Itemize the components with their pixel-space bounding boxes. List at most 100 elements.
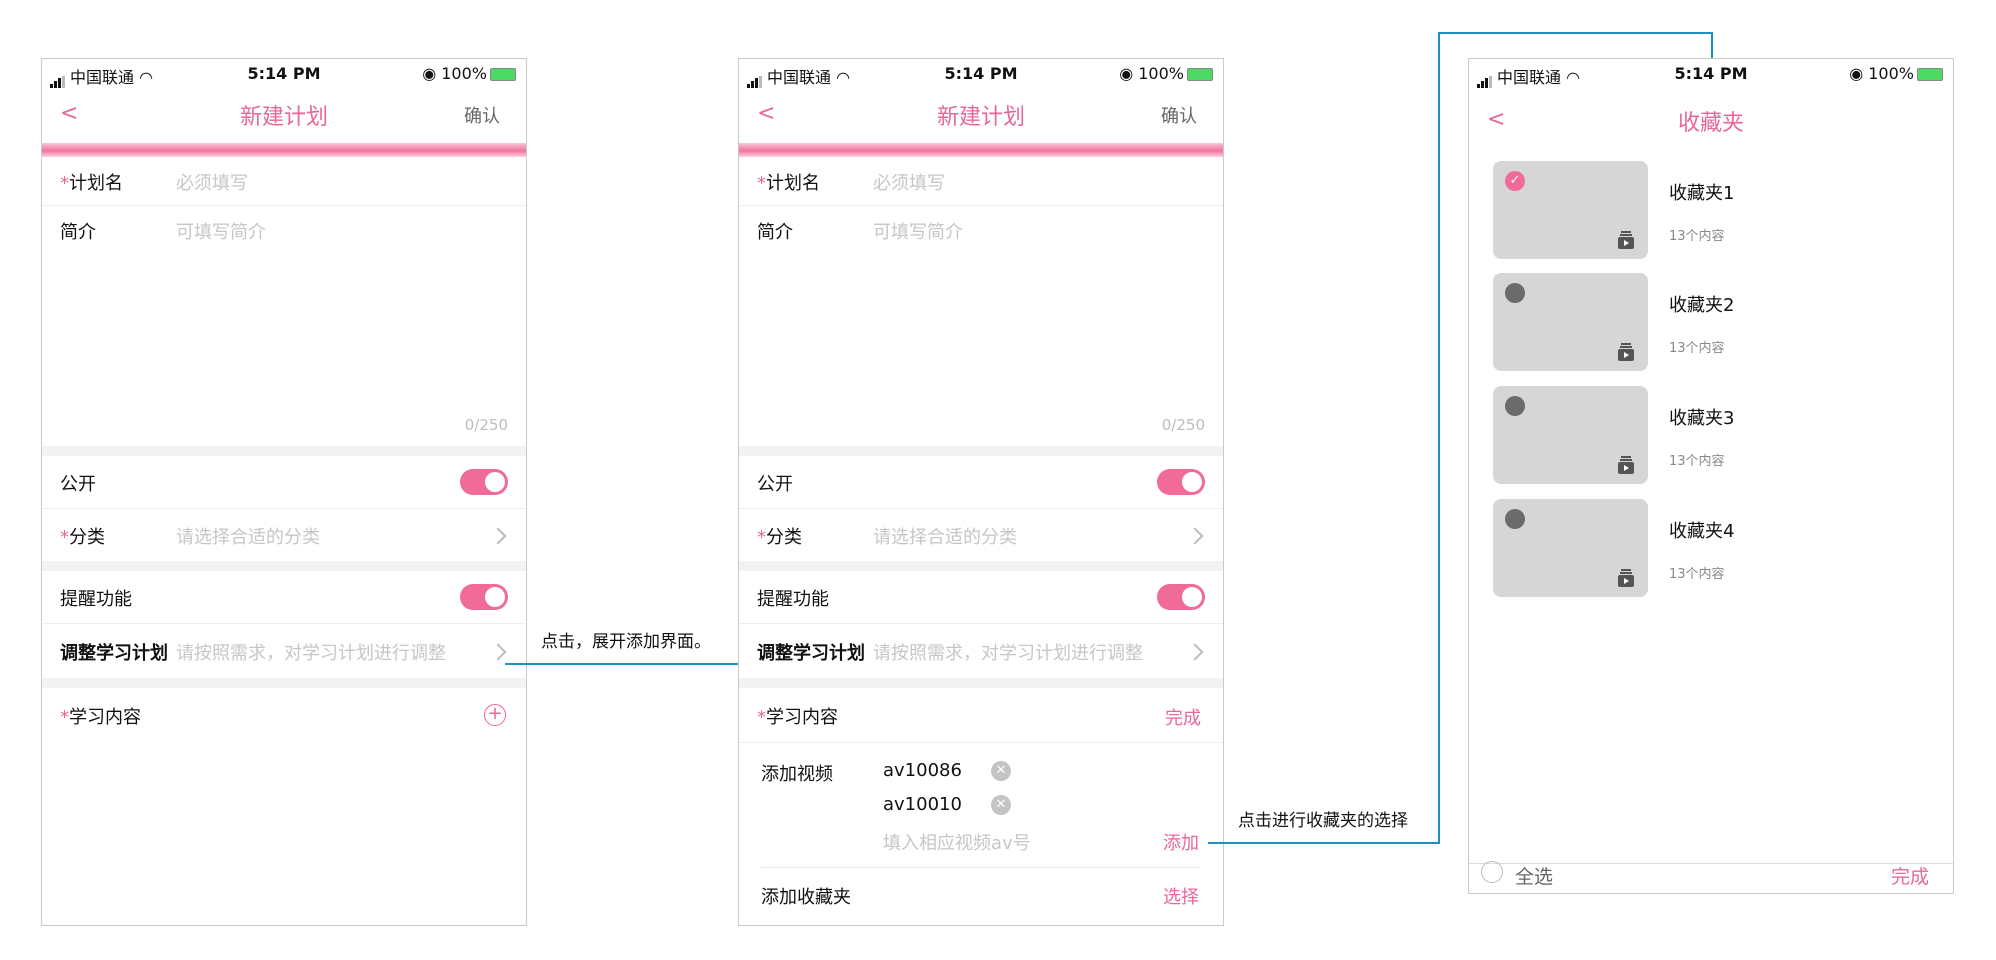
intro-label: 简介	[757, 222, 793, 243]
select-all-checkbox-icon[interactable]	[1481, 861, 1503, 883]
adjust-plan-label: 调整学习计划	[757, 643, 865, 664]
section-divider	[42, 678, 526, 688]
folder-thumbnail[interactable]	[1493, 386, 1648, 484]
reminder-toggle[interactable]	[1157, 584, 1205, 610]
chevron-right-icon	[489, 527, 507, 545]
folder-count: 13个内容	[1669, 341, 1725, 356]
bottom-bar: 全选 完成	[1469, 861, 1953, 893]
page-title: 新建计划	[936, 105, 1025, 130]
add-content-plus-icon[interactable]: +	[484, 704, 506, 726]
checkbox-icon[interactable]	[1505, 509, 1525, 529]
reminder-label: 提醒功能	[757, 589, 829, 610]
done-button[interactable]: 完成	[1165, 704, 1201, 730]
battery-icon	[490, 68, 516, 81]
alarm-icon: ◉	[1119, 64, 1134, 83]
video-tag-2: av10010	[883, 794, 962, 815]
page-title: 收藏夹	[1677, 111, 1744, 136]
section-divider	[739, 678, 1223, 688]
intro-counter: 0/250	[464, 416, 508, 434]
public-toggle[interactable]	[1157, 469, 1205, 495]
remove-video-icon[interactable]: ✕	[991, 761, 1011, 781]
category-placeholder: 请选择合适的分类	[176, 527, 320, 548]
plan-name-row[interactable]: *计划名 必须填写	[739, 157, 1223, 206]
study-content-label: 学习内容	[69, 707, 141, 728]
category-row[interactable]: *分类 请选择合适的分类	[42, 509, 526, 561]
folder-count: 13个内容	[1669, 454, 1725, 469]
plan-name-label: 计划名	[69, 173, 123, 194]
folder-count: 13个内容	[1669, 567, 1725, 582]
reminder-row: 提醒功能	[42, 571, 526, 624]
intro-input[interactable]: 可填写简介	[176, 218, 266, 244]
public-toggle[interactable]	[460, 469, 508, 495]
nav-bar: < 新建计划 确认	[42, 87, 526, 139]
intro-row[interactable]: 简介 可填写简介 0/250	[42, 206, 526, 446]
category-label: 分类	[69, 527, 105, 548]
confirm-button[interactable]: 确认	[464, 102, 500, 128]
required-mark: *	[60, 173, 69, 194]
connector-line	[1208, 842, 1440, 844]
plan-name-input[interactable]: 必须填写	[873, 169, 945, 195]
select-all-label[interactable]: 全选	[1515, 862, 1553, 889]
adjust-plan-placeholder: 请按照需求，对学习计划进行调整	[873, 643, 1143, 664]
battery-percent: 100%	[441, 64, 487, 83]
annotation-select-folder: 点击进行收藏夹的选择	[1238, 811, 1408, 831]
connector-line	[505, 663, 760, 665]
public-row: 公开	[42, 456, 526, 509]
select-folder-button[interactable]: 选择	[1163, 883, 1199, 909]
nav-bar: < 新建计划 确认	[739, 87, 1223, 139]
video-stack-icon	[1618, 231, 1634, 249]
connector-corner	[1438, 32, 1440, 44]
public-label: 公开	[757, 474, 793, 495]
reminder-toggle[interactable]	[460, 584, 508, 610]
battery-percent: 100%	[1138, 64, 1184, 83]
section-divider	[42, 561, 526, 571]
adjust-plan-row[interactable]: 调整学习计划 请按照需求，对学习计划进行调整	[739, 624, 1223, 678]
screen-favorites: 中国联通 ◠ 5:14 PM ◉ 100% < 收藏夹 ✓ 收藏夹1 13个内容…	[1468, 58, 1954, 894]
public-label: 公开	[60, 474, 96, 495]
page-title: 新建计划	[239, 105, 328, 130]
required-mark: *	[757, 173, 766, 194]
folder-name: 收藏夹1	[1669, 183, 1735, 204]
video-tag-1: av10086	[883, 760, 962, 781]
study-content-row: *学习内容 +	[42, 688, 526, 742]
plan-name-input[interactable]: 必须填写	[176, 169, 248, 195]
confirm-button[interactable]: 确认	[1161, 102, 1197, 128]
folder-thumbnail[interactable]	[1493, 499, 1648, 597]
alarm-icon: ◉	[1849, 64, 1864, 83]
adjust-plan-row[interactable]: 调整学习计划 请按照需求，对学习计划进行调整	[42, 624, 526, 678]
intro-row[interactable]: 简介 可填写简介 0/250	[739, 206, 1223, 446]
category-row[interactable]: *分类 请选择合适的分类	[739, 509, 1223, 561]
checkbox-checked-icon[interactable]: ✓	[1505, 171, 1525, 191]
section-divider	[42, 446, 526, 456]
screen-new-plan: 中国联通 ◠ 5:14 PM ◉ 100% < 新建计划 确认 *计划名 必须填…	[41, 58, 527, 926]
done-button[interactable]: 完成	[1891, 862, 1929, 889]
intro-input[interactable]: 可填写简介	[873, 218, 963, 244]
video-stack-icon	[1618, 343, 1634, 361]
folder-name: 收藏夹3	[1669, 408, 1735, 429]
add-video-button[interactable]: 添加	[1163, 829, 1199, 855]
study-content-label: 学习内容	[766, 707, 838, 728]
category-label: 分类	[766, 527, 802, 548]
chevron-right-icon	[1186, 527, 1204, 545]
public-row: 公开	[739, 456, 1223, 509]
study-content-row: *学习内容 完成	[739, 688, 1223, 743]
required-mark: *	[60, 527, 69, 548]
intro-counter: 0/250	[1161, 416, 1205, 434]
battery-icon	[1917, 68, 1943, 81]
folder-thumbnail[interactable]	[1493, 273, 1648, 371]
header-divider	[42, 143, 526, 157]
plan-name-row[interactable]: *计划名 必须填写	[42, 157, 526, 206]
checkbox-icon[interactable]	[1505, 396, 1525, 416]
checkbox-icon[interactable]	[1505, 283, 1525, 303]
battery-percent: 100%	[1868, 64, 1914, 83]
video-av-input[interactable]: 填入相应视频av号	[883, 829, 1031, 855]
adjust-plan-label: 调整学习计划	[60, 643, 168, 664]
connector-line	[1711, 32, 1713, 58]
add-video-label: 添加视频	[761, 764, 833, 785]
add-folder-row: 添加收藏夹 选择	[761, 868, 1201, 918]
required-mark: *	[60, 707, 69, 728]
folder-thumbnail[interactable]: ✓	[1493, 161, 1648, 259]
add-video-section: 添加视频 av10086 ✕ av10010 ✕ 填入相应视频av号 添加	[761, 742, 1201, 868]
category-placeholder: 请选择合适的分类	[873, 527, 1017, 548]
remove-video-icon[interactable]: ✕	[991, 795, 1011, 815]
